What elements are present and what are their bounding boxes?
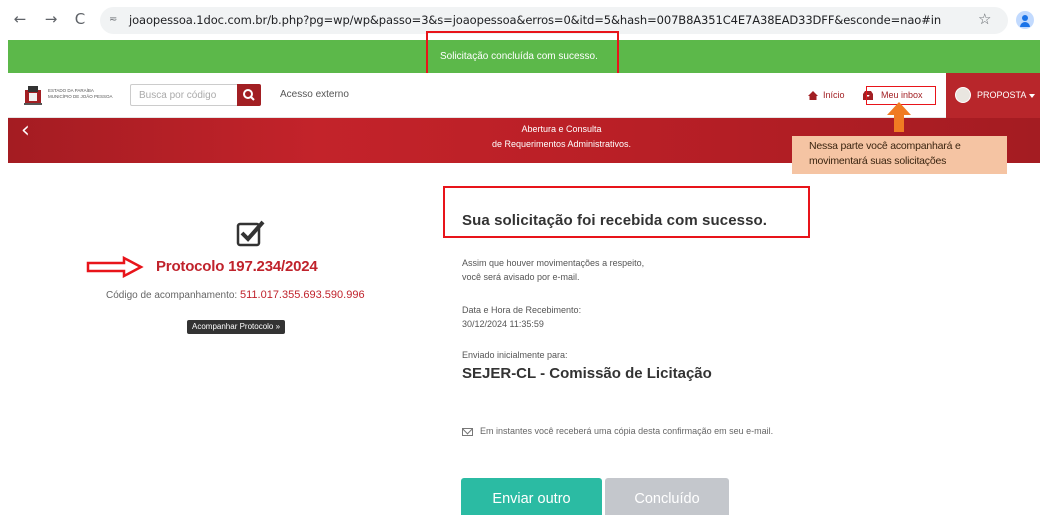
- done-button[interactable]: Concluído: [605, 478, 729, 515]
- sent-to-value: SEJER-CL - Comissão de Licitação: [462, 365, 712, 382]
- checkbox-checked-icon: [236, 220, 265, 247]
- tracking-code: Código de acompanhamento: 511.017.355.69…: [106, 289, 365, 301]
- chevron-down-icon: [1029, 94, 1035, 98]
- profile-avatar-icon[interactable]: [1016, 11, 1034, 29]
- annotation-callout: Nessa parte você acompanhará e movimenta…: [792, 136, 1007, 174]
- send-another-button[interactable]: Enviar outro: [461, 478, 602, 515]
- address-bar[interactable]: ≂ joaopessoa.1doc.com.br/b.php?pg=wp/wp&…: [100, 7, 1008, 34]
- reload-button[interactable]: C: [70, 9, 90, 29]
- track-protocol-button[interactable]: Acompanhar Protocolo »: [187, 320, 286, 334]
- home-icon: [808, 91, 818, 100]
- arrow-right-icon: [86, 256, 144, 278]
- tracking-code-value: 511.017.355.693.590.996: [239, 289, 365, 301]
- bookmark-star-icon[interactable]: ☆: [978, 10, 991, 28]
- external-access-link[interactable]: Acesso externo: [280, 89, 349, 100]
- mail-icon: [462, 428, 473, 436]
- home-link[interactable]: Início: [823, 90, 845, 100]
- url-text[interactable]: joaopessoa.1doc.com.br/b.php?pg=wp/wp&pa…: [129, 13, 941, 27]
- forward-button[interactable]: →: [41, 9, 61, 29]
- search-icon: [243, 89, 255, 101]
- search-input[interactable]: Busca por código: [130, 84, 238, 106]
- confirmation-title: Sua solicitação foi recebida com sucesso…: [462, 212, 768, 229]
- coat-of-arms-logo[interactable]: [23, 84, 43, 106]
- protocol-number: Protocolo 197.234/2024: [156, 258, 318, 275]
- logo-text: ESTADO DA PARAÍBA MUNICÍPIO DE JOÃO PESS…: [48, 88, 113, 99]
- sent-to-label: Enviado inicialmente para:: [462, 350, 568, 360]
- search-button[interactable]: [237, 84, 261, 106]
- proposta-menu[interactable]: PROPOSTA: [946, 73, 1040, 118]
- email-notice: Em instantes você receberá uma cópia des…: [480, 426, 774, 436]
- notice-text: Assim que houver movimentações a respeit…: [462, 258, 645, 282]
- received-info: Data e Hora de Recebimento: 30/12/2024 1…: [462, 305, 582, 329]
- user-avatar: [955, 87, 971, 103]
- arrow-up-icon: [887, 102, 911, 132]
- back-button[interactable]: ←: [10, 9, 30, 29]
- site-info-icon[interactable]: ≂: [109, 13, 123, 27]
- proposta-label: PROPOSTA: [977, 90, 1027, 100]
